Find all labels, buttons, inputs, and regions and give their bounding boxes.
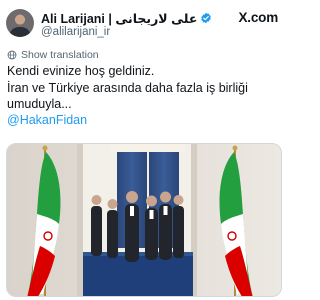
show-translation-link[interactable]: Show translation bbox=[7, 49, 99, 61]
photo-scene bbox=[7, 144, 281, 296]
tweet-header: Ali Larijani | علی لاریجانی @alilarijani… bbox=[0, 0, 288, 44]
author-handle[interactable]: @alilarijani_ir bbox=[41, 26, 110, 38]
tweet-line: Kendi evinize hoş geldiniz. bbox=[7, 64, 155, 78]
author-name-row[interactable]: Ali Larijani | علی لاریجانی bbox=[41, 10, 212, 26]
mention-link[interactable]: @HakanFidan bbox=[7, 113, 87, 127]
author-display-name[interactable]: Ali Larijani | علی لاریجانی bbox=[41, 11, 197, 26]
avatar[interactable] bbox=[6, 9, 34, 37]
brand-label: X.com bbox=[238, 10, 278, 25]
tweet-photo[interactable] bbox=[6, 143, 282, 297]
verified-badge-icon bbox=[200, 12, 212, 24]
tweet-line: umuduyla... bbox=[7, 97, 72, 111]
globe-icon bbox=[7, 50, 17, 60]
tweet-body: Kendi evinize hoş geldiniz. İran ve Türk… bbox=[7, 63, 283, 113]
show-translation-label[interactable]: Show translation bbox=[21, 49, 99, 61]
tweet-line: İran ve Türkiye arasında daha fazla iş b… bbox=[7, 80, 248, 95]
